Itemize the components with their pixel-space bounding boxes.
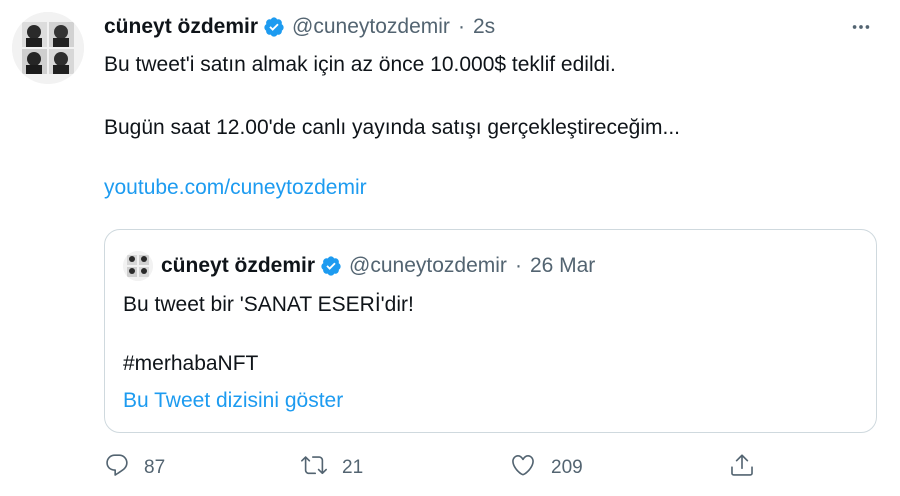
reply-count: 87 [144, 457, 166, 478]
like-icon [509, 452, 537, 484]
share-icon [729, 452, 755, 484]
share-button[interactable] [729, 452, 755, 484]
tweet-text-line: Bugün saat 12.00'de canlı yayında satışı… [104, 116, 681, 139]
author-handle[interactable]: @cuneytozdemir [292, 15, 450, 39]
verified-badge-icon [320, 255, 342, 277]
quoted-avatar[interactable] [123, 251, 153, 281]
quoted-text-line: Bu tweet bir 'SANAT ESERİ'dir! [123, 293, 414, 316]
timestamp[interactable]: 2s [473, 15, 495, 39]
retweet-button[interactable]: 21 [300, 452, 363, 484]
show-thread-link[interactable]: Bu Tweet dizisini göster [123, 386, 343, 416]
quoted-tweet-header: cüneyt özdemir @cuneytozdemir · 26 Mar [161, 251, 595, 281]
tweet-text-line: Bu tweet'i satın almak için az önce 10.0… [104, 53, 616, 76]
reply-button[interactable]: 87 [104, 452, 165, 484]
retweet-icon [300, 452, 328, 484]
like-count: 209 [551, 457, 583, 478]
retweet-count: 21 [342, 457, 364, 478]
quoted-tweet[interactable]: cüneyt özdemir @cuneytozdemir · 26 Mar B… [104, 229, 877, 433]
tweet[interactable]: cüneyt özdemir @cuneytozdemir · 2s Bu tw… [0, 0, 900, 496]
quoted-author-name[interactable]: cüneyt özdemir [161, 254, 315, 278]
separator-dot: · [514, 254, 522, 277]
reply-icon [104, 452, 130, 484]
more-horizontal-icon[interactable] [848, 14, 874, 40]
action-bar: 87 21 209 [104, 452, 877, 484]
quoted-author-handle[interactable]: @cuneytozdemir [349, 254, 507, 278]
quoted-date[interactable]: 26 Mar [530, 254, 595, 278]
verified-badge-icon [263, 16, 285, 38]
tweet-link[interactable]: youtube.com/cuneytozdemir [104, 173, 367, 203]
separator-dot: · [457, 15, 465, 38]
tweet-header: cüneyt özdemir @cuneytozdemir · 2s [104, 12, 495, 42]
avatar[interactable] [12, 12, 84, 84]
quoted-hashtag[interactable]: #merhabaNFT [123, 349, 258, 379]
author-name[interactable]: cüneyt özdemir [104, 15, 258, 39]
like-button[interactable]: 209 [509, 452, 583, 484]
